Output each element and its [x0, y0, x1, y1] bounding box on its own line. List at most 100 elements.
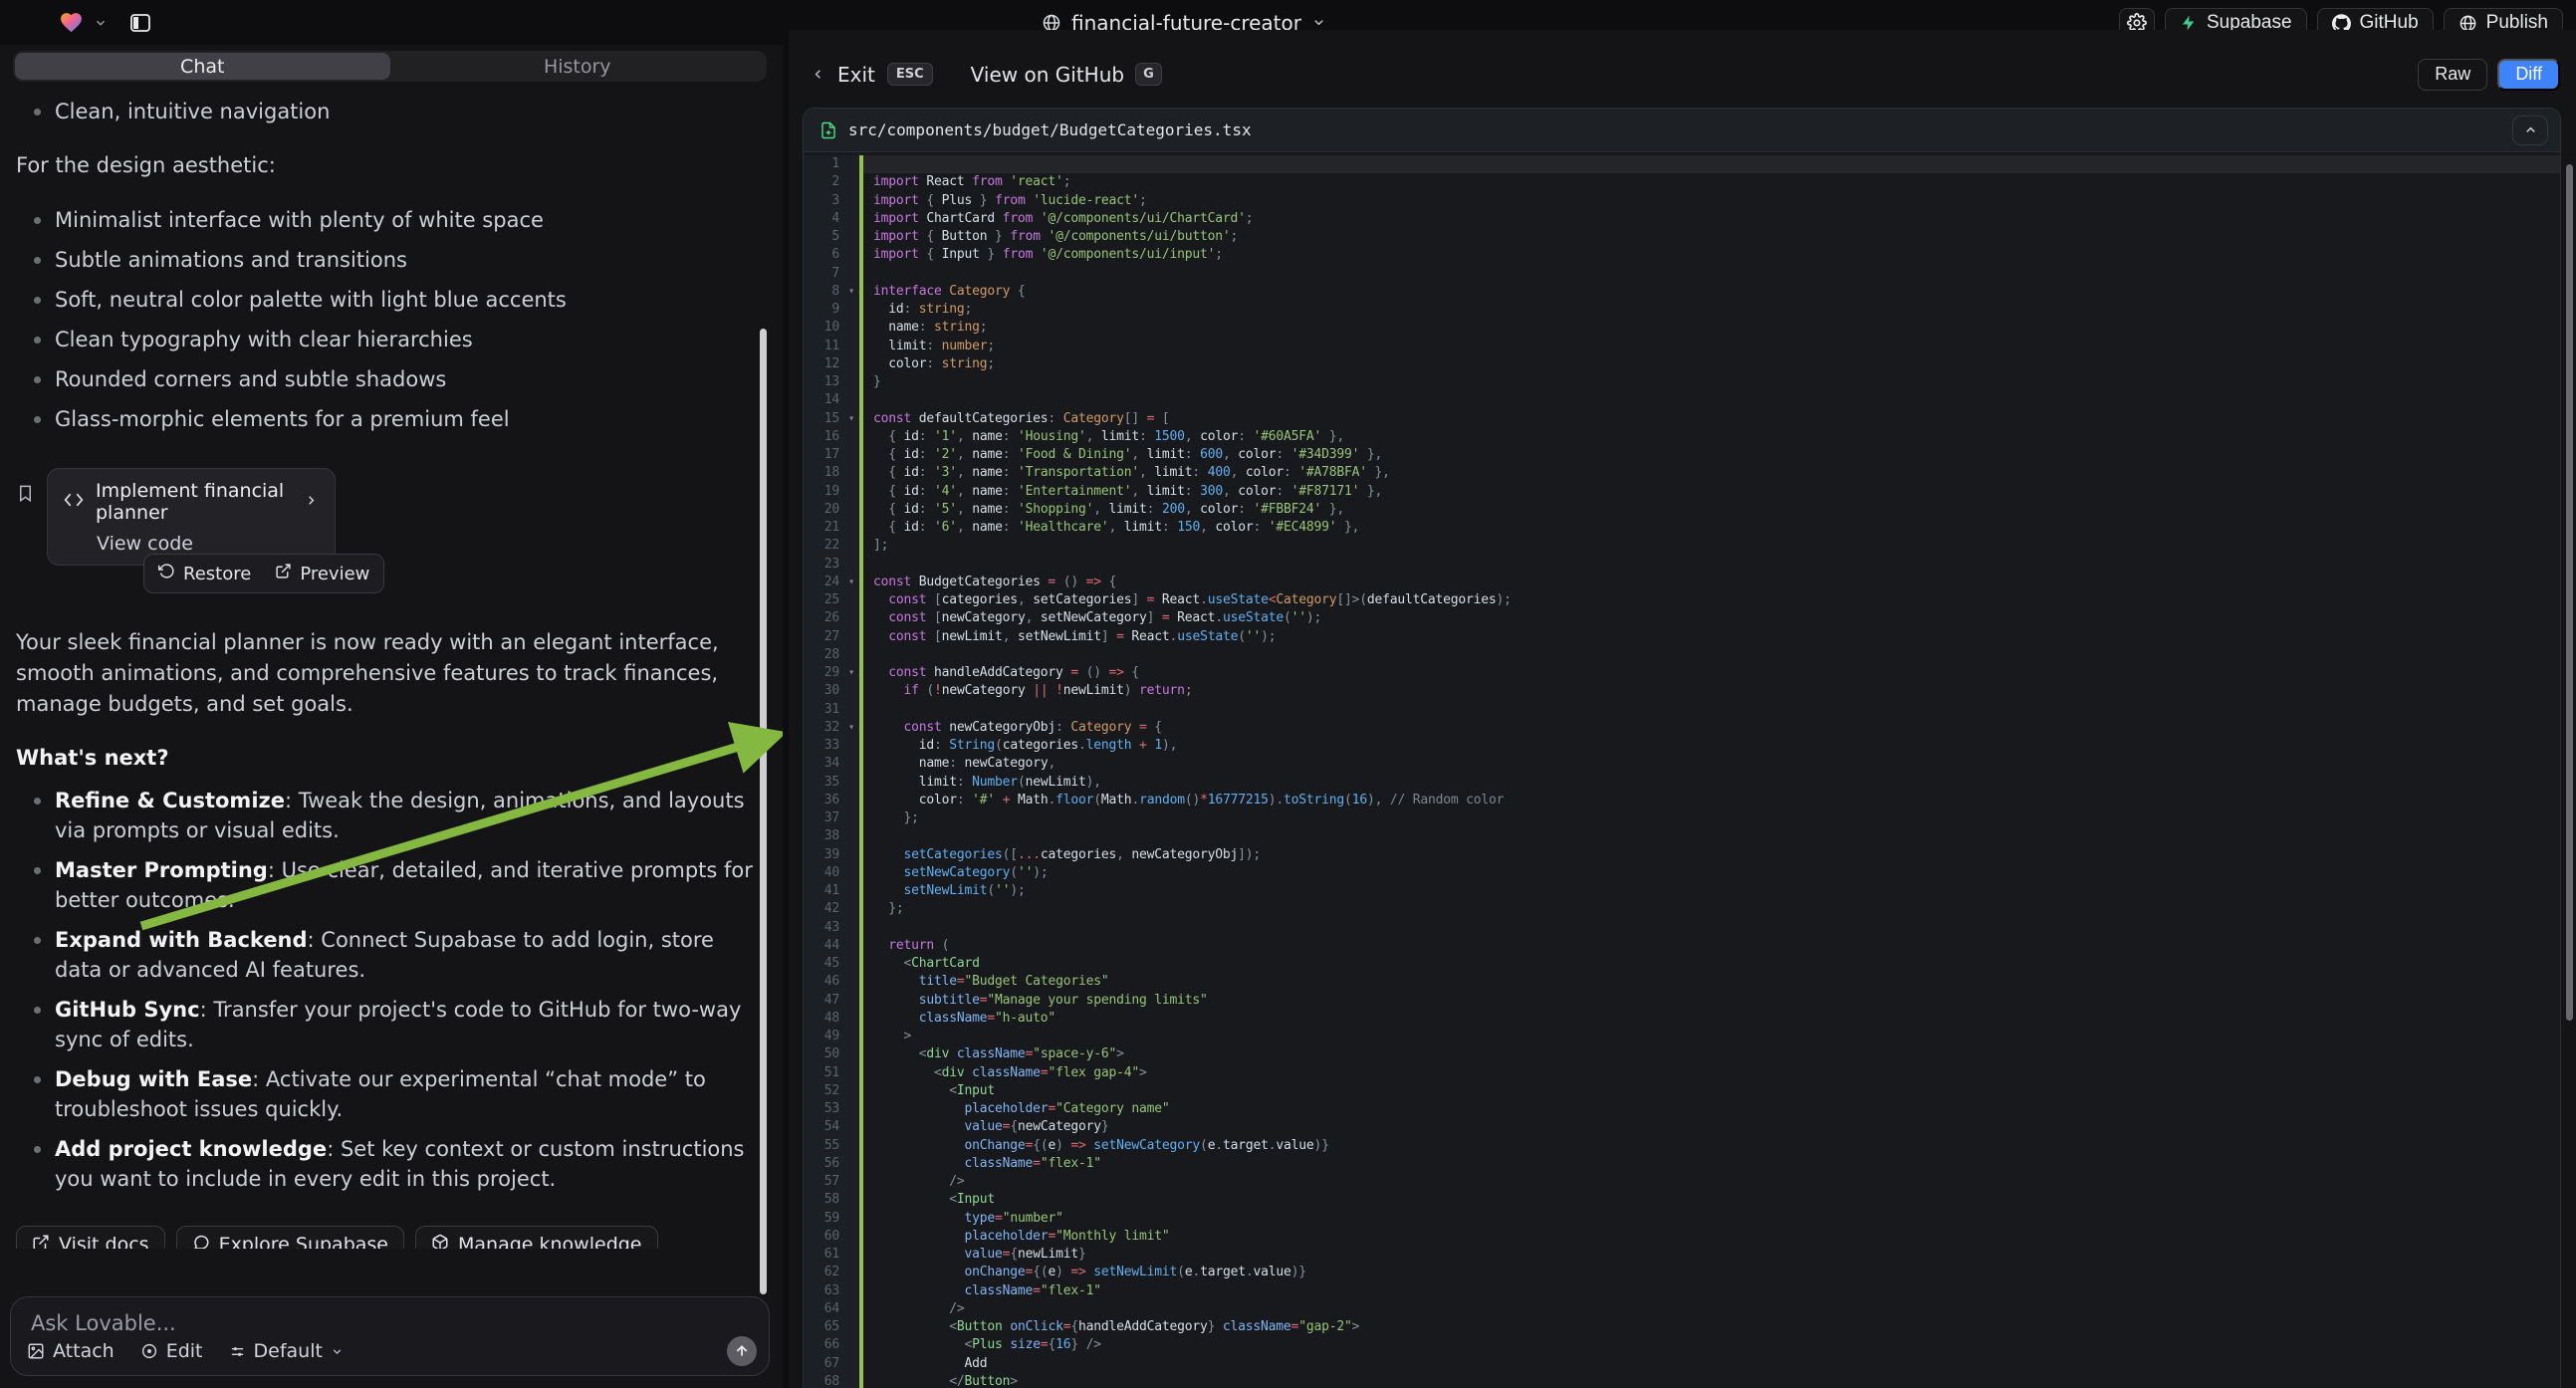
- code-scrollbar[interactable]: [2566, 164, 2573, 1021]
- line-number[interactable]: 3: [804, 192, 843, 210]
- line-number[interactable]: 4: [804, 210, 843, 228]
- line-number[interactable]: 27: [804, 628, 843, 646]
- line-number[interactable]: 58: [804, 1191, 843, 1209]
- line-number[interactable]: 45: [804, 955, 843, 973]
- collapse-file-button[interactable]: [2512, 116, 2548, 145]
- version-card[interactable]: Implement financial plannerView code: [47, 468, 336, 566]
- manage-knowledge-button[interactable]: Manage knowledge: [415, 1226, 658, 1249]
- line-number[interactable]: 20: [804, 501, 843, 519]
- bookmark-icon[interactable]: [16, 482, 35, 509]
- line-number[interactable]: 30: [804, 682, 843, 700]
- diff-button[interactable]: Diff: [2497, 59, 2560, 91]
- line-number[interactable]: 36: [804, 792, 843, 810]
- fold-chevron-icon[interactable]: ▾: [843, 283, 859, 301]
- line-number[interactable]: 43: [804, 919, 843, 937]
- line-number[interactable]: 26: [804, 609, 843, 627]
- line-number[interactable]: 24: [804, 574, 843, 591]
- line-number[interactable]: 65: [804, 1318, 843, 1336]
- line-number[interactable]: 21: [804, 519, 843, 537]
- view-on-github-button[interactable]: View on GitHub G: [971, 63, 1162, 87]
- code-editor[interactable]: 12import React from 'react';3import { Pl…: [804, 153, 2560, 1388]
- fold-chevron-icon[interactable]: ▾: [843, 719, 859, 737]
- line-number[interactable]: 6: [804, 246, 843, 264]
- exit-button[interactable]: Exit ESC: [811, 63, 933, 87]
- fold-chevron-icon[interactable]: ▾: [843, 664, 859, 682]
- line-number[interactable]: 9: [804, 301, 843, 319]
- chat-input[interactable]: Ask Lovable...: [31, 1311, 749, 1335]
- line-number[interactable]: 25: [804, 591, 843, 609]
- chat-composer[interactable]: Ask Lovable... Attach Edit: [10, 1296, 770, 1376]
- line-number[interactable]: 68: [804, 1373, 843, 1388]
- line-number[interactable]: 64: [804, 1300, 843, 1318]
- line-number[interactable]: 38: [804, 827, 843, 845]
- line-number[interactable]: 54: [804, 1118, 843, 1136]
- line-number[interactable]: 53: [804, 1100, 843, 1118]
- line-number[interactable]: 51: [804, 1064, 843, 1082]
- line-number[interactable]: 12: [804, 355, 843, 373]
- send-button[interactable]: [727, 1336, 757, 1366]
- line-number[interactable]: 8: [804, 283, 843, 301]
- line-number[interactable]: 61: [804, 1246, 843, 1264]
- lovable-logo-heart-icon[interactable]: [58, 10, 85, 35]
- line-number[interactable]: 39: [804, 846, 843, 864]
- line-number[interactable]: 14: [804, 391, 843, 409]
- line-number[interactable]: 23: [804, 556, 843, 574]
- line-number[interactable]: 62: [804, 1264, 843, 1281]
- line-number[interactable]: 16: [804, 428, 843, 446]
- line-number[interactable]: 22: [804, 537, 843, 555]
- line-number[interactable]: 67: [804, 1355, 843, 1373]
- line-number[interactable]: 2: [804, 173, 843, 191]
- line-number[interactable]: 34: [804, 755, 843, 773]
- line-number[interactable]: 50: [804, 1045, 843, 1063]
- line-number[interactable]: 46: [804, 973, 843, 991]
- tab-chat[interactable]: Chat: [15, 53, 390, 80]
- line-number[interactable]: 15: [804, 410, 843, 428]
- fold-chevron-icon[interactable]: ▾: [843, 574, 859, 591]
- line-number[interactable]: 5: [804, 228, 843, 246]
- line-number[interactable]: 52: [804, 1082, 843, 1100]
- chevron-down-icon[interactable]: [94, 16, 108, 30]
- line-number[interactable]: 7: [804, 265, 843, 283]
- tab-history[interactable]: History: [390, 53, 766, 80]
- attach-button[interactable]: Attach: [27, 1340, 115, 1362]
- edit-mode-button[interactable]: Edit: [140, 1340, 203, 1362]
- line-number[interactable]: 41: [804, 882, 843, 900]
- line-number[interactable]: 37: [804, 810, 843, 827]
- line-number[interactable]: 10: [804, 319, 843, 337]
- line-number[interactable]: 32: [804, 719, 843, 737]
- preview-button[interactable]: Preview: [275, 563, 369, 584]
- line-number[interactable]: 47: [804, 992, 843, 1010]
- line-number[interactable]: 17: [804, 446, 843, 464]
- line-number[interactable]: 57: [804, 1173, 843, 1191]
- model-selector[interactable]: Default: [229, 1340, 344, 1362]
- line-number[interactable]: 31: [804, 701, 843, 719]
- visit-docs-button[interactable]: Visit docs: [16, 1226, 165, 1249]
- line-number[interactable]: 19: [804, 483, 843, 501]
- fold-chevron-icon[interactable]: ▾: [843, 410, 859, 428]
- line-number[interactable]: 28: [804, 646, 843, 664]
- line-number[interactable]: 42: [804, 900, 843, 918]
- line-number[interactable]: 29: [804, 664, 843, 682]
- line-number[interactable]: 11: [804, 338, 843, 355]
- line-number[interactable]: 18: [804, 464, 843, 482]
- line-number[interactable]: 66: [804, 1336, 843, 1354]
- line-number[interactable]: 33: [804, 737, 843, 755]
- line-number[interactable]: 56: [804, 1155, 843, 1173]
- file-header[interactable]: src/components/budget/BudgetCategories.t…: [804, 109, 2560, 152]
- line-number[interactable]: 55: [804, 1137, 843, 1155]
- line-number[interactable]: 59: [804, 1210, 843, 1228]
- line-number[interactable]: 49: [804, 1028, 843, 1045]
- line-number[interactable]: 48: [804, 1010, 843, 1028]
- chat-scrollbar[interactable]: [760, 329, 767, 1294]
- line-number[interactable]: 13: [804, 373, 843, 391]
- explore-supabase-button[interactable]: Explore Supabase: [176, 1226, 404, 1249]
- line-number[interactable]: 35: [804, 774, 843, 792]
- line-number[interactable]: 63: [804, 1282, 843, 1300]
- line-number[interactable]: 44: [804, 937, 843, 955]
- raw-button[interactable]: Raw: [2418, 59, 2487, 91]
- line-number[interactable]: 1: [804, 155, 843, 173]
- view-code-link[interactable]: View code: [64, 533, 319, 555]
- line-number[interactable]: 60: [804, 1228, 843, 1246]
- line-number[interactable]: 40: [804, 864, 843, 882]
- sidebar-toggle-icon[interactable]: [128, 11, 152, 35]
